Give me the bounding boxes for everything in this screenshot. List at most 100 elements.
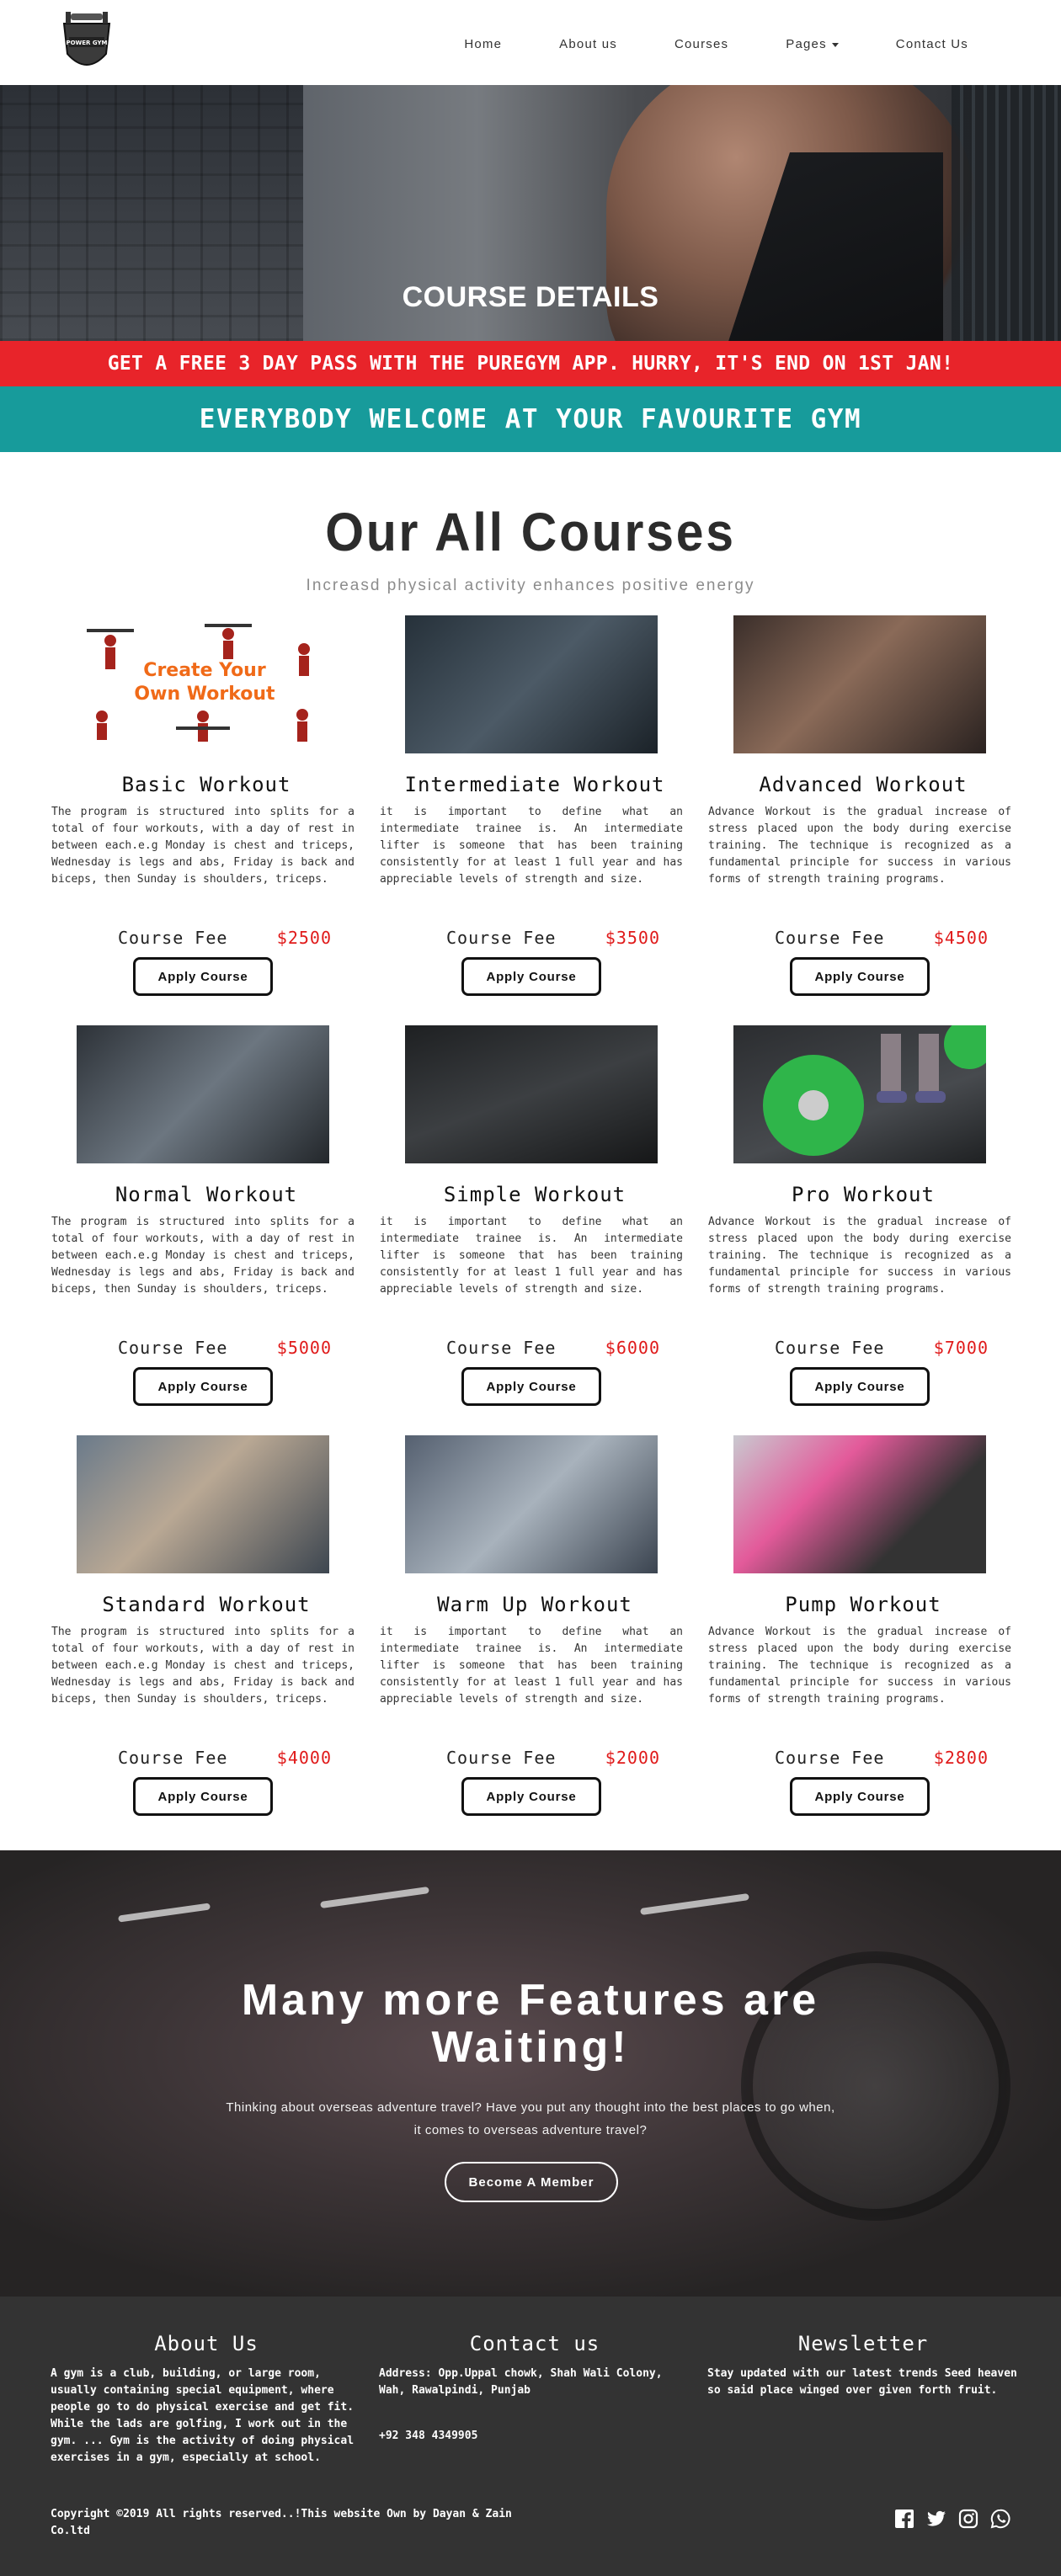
svg-text:POWER GYM: POWER GYM xyxy=(66,40,107,46)
courses-subtitle: Increasd physical activity enhances posi… xyxy=(306,577,755,594)
course-fee-label: Course Fee xyxy=(775,1338,885,1358)
site-header: POWER GYM Home About us Courses Pages Co… xyxy=(0,0,1061,85)
course-fee: $4000 xyxy=(276,1748,332,1768)
course-image-advanced-workout xyxy=(733,615,986,753)
course-card: Normal Workout The program is structured… xyxy=(42,1025,371,1435)
course-card: Pro Workout Advance Workout is the gradu… xyxy=(699,1025,1027,1435)
course-card: Standard Workout The program is structur… xyxy=(42,1435,371,1845)
course-fee-label: Course Fee xyxy=(775,928,885,948)
course-description: Advance Workout is the gradual increase … xyxy=(708,1216,1011,1296)
course-image-pro-workout xyxy=(733,1025,986,1163)
caret-down-icon xyxy=(831,42,839,47)
course-description: Advance Workout is the gradual increase … xyxy=(708,1626,1011,1706)
course-fee: $3500 xyxy=(605,928,660,948)
courses-section: Our All Courses Increasd physical activi… xyxy=(0,452,1061,1845)
course-fee: $7000 xyxy=(933,1338,989,1358)
course-name: Pump Workout xyxy=(785,1593,941,1616)
features-title-line2: Waiting! xyxy=(431,2023,630,2072)
nav-courses[interactable]: Courses xyxy=(674,37,728,51)
course-fee-label: Course Fee xyxy=(775,1748,885,1768)
course-image-pump-workout xyxy=(733,1435,986,1573)
course-fee-label: Course Fee xyxy=(446,928,557,948)
course-description: it is important to define what an interm… xyxy=(380,1626,683,1706)
apply-course-button[interactable]: Apply Course xyxy=(790,1777,930,1816)
course-name: Pro Workout xyxy=(792,1183,935,1206)
instagram-icon[interactable] xyxy=(958,2509,978,2529)
course-fee-label: Course Fee xyxy=(118,1748,228,1768)
ceiling-light xyxy=(320,1886,429,1909)
course-fee-label: Course Fee xyxy=(118,1338,228,1358)
course-image-standard-workout xyxy=(77,1435,329,1573)
svg-text:Own Workout: Own Workout xyxy=(134,684,275,705)
ceiling-light xyxy=(640,1892,749,1916)
become-member-button[interactable]: Become A Member xyxy=(445,2162,618,2202)
hero-title: COURSE DETAILS xyxy=(402,281,659,313)
ceiling-light xyxy=(117,1903,211,1923)
nav-contact-us[interactable]: Contact Us xyxy=(896,37,968,51)
footer-about-title: About Us xyxy=(154,2332,259,2355)
course-fee: $2500 xyxy=(276,928,332,948)
course-description: The program is structured into splits fo… xyxy=(51,1626,355,1706)
social-links xyxy=(894,2509,1010,2529)
course-fee: $6000 xyxy=(605,1338,660,1358)
course-card: Pump Workout Advance Workout is the grad… xyxy=(699,1435,1027,1845)
course-card: Intermediate Workout it is important to … xyxy=(371,615,699,1025)
features-title-line1: Many more Features are xyxy=(241,1976,820,2025)
hero-banner: COURSE DETAILS xyxy=(0,85,1061,341)
copyright-text: Copyright ©2019 All rights reserved..!Th… xyxy=(51,2508,512,2537)
features-title: Many more Features are Waiting! xyxy=(0,1977,1061,2071)
course-card: Advanced Workout Advance Workout is the … xyxy=(699,615,1027,1025)
apply-course-button[interactable]: Apply Course xyxy=(461,957,601,996)
course-fee-label: Course Fee xyxy=(446,1748,557,1768)
courses-grid: Create Your Own Workout Basic Workout Th… xyxy=(42,615,1061,1845)
nav-home[interactable]: Home xyxy=(464,37,502,51)
course-name: Advanced Workout xyxy=(759,773,968,796)
course-description: it is important to define what an interm… xyxy=(380,806,683,886)
apply-course-button[interactable]: Apply Course xyxy=(133,957,273,996)
apply-course-button[interactable]: Apply Course xyxy=(133,1367,273,1406)
apply-course-button[interactable]: Apply Course xyxy=(790,957,930,996)
features-banner: Many more Features are Waiting! Thinking… xyxy=(0,1850,1061,2297)
course-card: Warm Up Workout it is important to defin… xyxy=(371,1435,699,1845)
course-description: The program is structured into splits fo… xyxy=(51,806,355,886)
nav-about-us[interactable]: About us xyxy=(559,37,617,51)
course-name: Simple Workout xyxy=(443,1183,626,1206)
site-footer: About Us A gym is a club, building, or l… xyxy=(0,2297,1061,2576)
course-name: Intermediate Workout xyxy=(404,773,665,796)
footer-contact-title: Contact us xyxy=(469,2332,600,2355)
apply-course-button[interactable]: Apply Course xyxy=(461,1367,601,1406)
course-description: it is important to define what an interm… xyxy=(380,1216,683,1296)
course-name: Standard Workout xyxy=(102,1593,311,1616)
facebook-icon[interactable] xyxy=(894,2509,914,2529)
features-text: Thinking about overseas adventure travel… xyxy=(0,2096,1061,2142)
course-fee-label: Course Fee xyxy=(118,928,228,948)
course-fee-label: Course Fee xyxy=(446,1338,557,1358)
course-image-warm-up-workout xyxy=(405,1435,658,1573)
whatsapp-icon[interactable] xyxy=(990,2509,1010,2529)
apply-course-button[interactable]: Apply Course xyxy=(461,1777,601,1816)
course-fee: $5000 xyxy=(276,1338,332,1358)
course-description: Advance Workout is the gradual increase … xyxy=(708,806,1011,886)
welcome-bar: EVERYBODY WELCOME AT YOUR FAVOURITE GYM xyxy=(0,386,1061,452)
course-image-basic-workout: Create Your Own Workout xyxy=(77,615,329,753)
course-fee: $4500 xyxy=(933,928,989,948)
apply-course-button[interactable]: Apply Course xyxy=(790,1367,930,1406)
courses-title: Our All Courses xyxy=(325,502,736,562)
main-nav: Home About us Courses Pages Contact Us xyxy=(407,37,968,51)
course-card: Create Your Own Workout Basic Workout Th… xyxy=(42,615,371,1025)
nav-pages[interactable]: Pages xyxy=(786,37,839,51)
footer-about-text: A gym is a club, building, or large room… xyxy=(51,2367,355,2464)
course-name: Warm Up Workout xyxy=(437,1593,632,1616)
apply-course-button[interactable]: Apply Course xyxy=(133,1777,273,1816)
nav-pages-label: Pages xyxy=(786,37,827,51)
footer-newsletter: Newsletter Stay updated with our latest … xyxy=(707,2332,1019,2399)
footer-contact: Contact us Address: Opp.Uppal chowk, Sha… xyxy=(379,2332,690,2445)
footer-contact-address: Address: Opp.Uppal chowk, Shah Wali Colo… xyxy=(379,2367,663,2397)
features-text-line1: Thinking about overseas adventure travel… xyxy=(226,2100,835,2115)
course-image-simple-workout xyxy=(405,1025,658,1163)
course-image-normal-workout xyxy=(77,1025,329,1163)
course-card: Simple Workout it is important to define… xyxy=(371,1025,699,1435)
twitter-icon[interactable] xyxy=(926,2509,946,2529)
course-image-intermediate-workout xyxy=(405,615,658,753)
power-gym-logo-icon[interactable]: POWER GYM xyxy=(57,12,116,76)
